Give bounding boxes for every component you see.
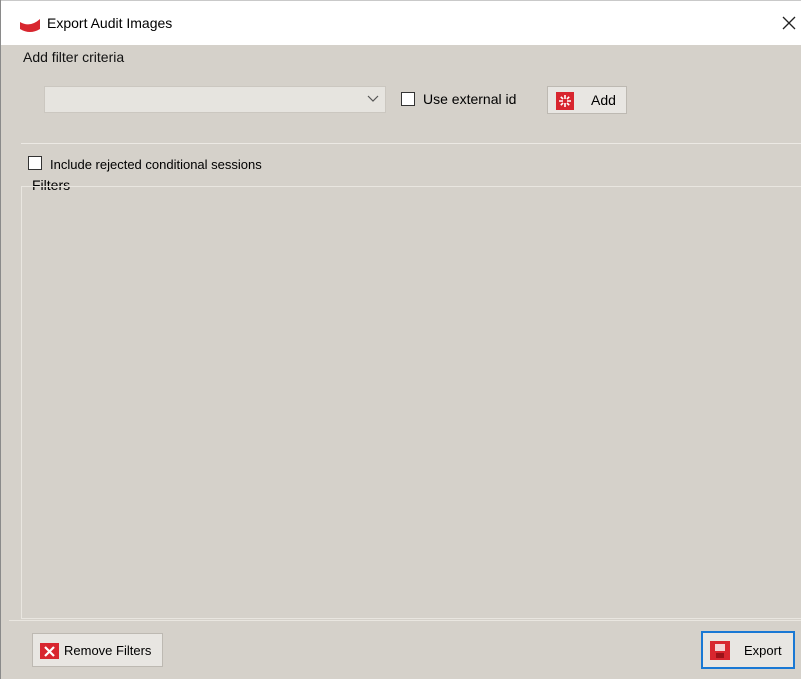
add-button[interactable]: Add bbox=[547, 86, 627, 114]
save-disk-icon bbox=[710, 641, 730, 660]
footer-divider bbox=[9, 620, 801, 621]
add-button-label: Add bbox=[591, 92, 616, 108]
use-external-id-label[interactable]: Use external id bbox=[423, 91, 516, 107]
window-title: Export Audit Images bbox=[47, 15, 173, 31]
export-button-label: Export bbox=[744, 643, 782, 658]
title-bar[interactable]: Export Audit Images bbox=[1, 0, 801, 45]
include-rejected-checkbox[interactable] bbox=[28, 156, 42, 170]
use-external-id-checkbox[interactable] bbox=[401, 92, 415, 106]
close-button[interactable] bbox=[777, 11, 801, 35]
remove-x-icon bbox=[40, 643, 59, 659]
include-rejected-label[interactable]: Include rejected conditional sessions bbox=[50, 157, 262, 172]
app-logo-icon bbox=[20, 19, 40, 32]
close-icon bbox=[782, 16, 796, 30]
export-audit-images-dialog: Export Audit Images Add filter criteria … bbox=[0, 0, 801, 679]
chevron-down-icon bbox=[367, 95, 379, 102]
export-button[interactable]: Export bbox=[701, 631, 795, 669]
filters-list-panel[interactable] bbox=[21, 186, 801, 619]
filter-criteria-combobox[interactable] bbox=[44, 86, 386, 113]
remove-filters-label: Remove Filters bbox=[64, 643, 152, 658]
add-filter-icon bbox=[556, 92, 574, 110]
remove-filters-button[interactable]: Remove Filters bbox=[32, 633, 163, 667]
add-filter-criteria-label: Add filter criteria bbox=[23, 49, 125, 65]
